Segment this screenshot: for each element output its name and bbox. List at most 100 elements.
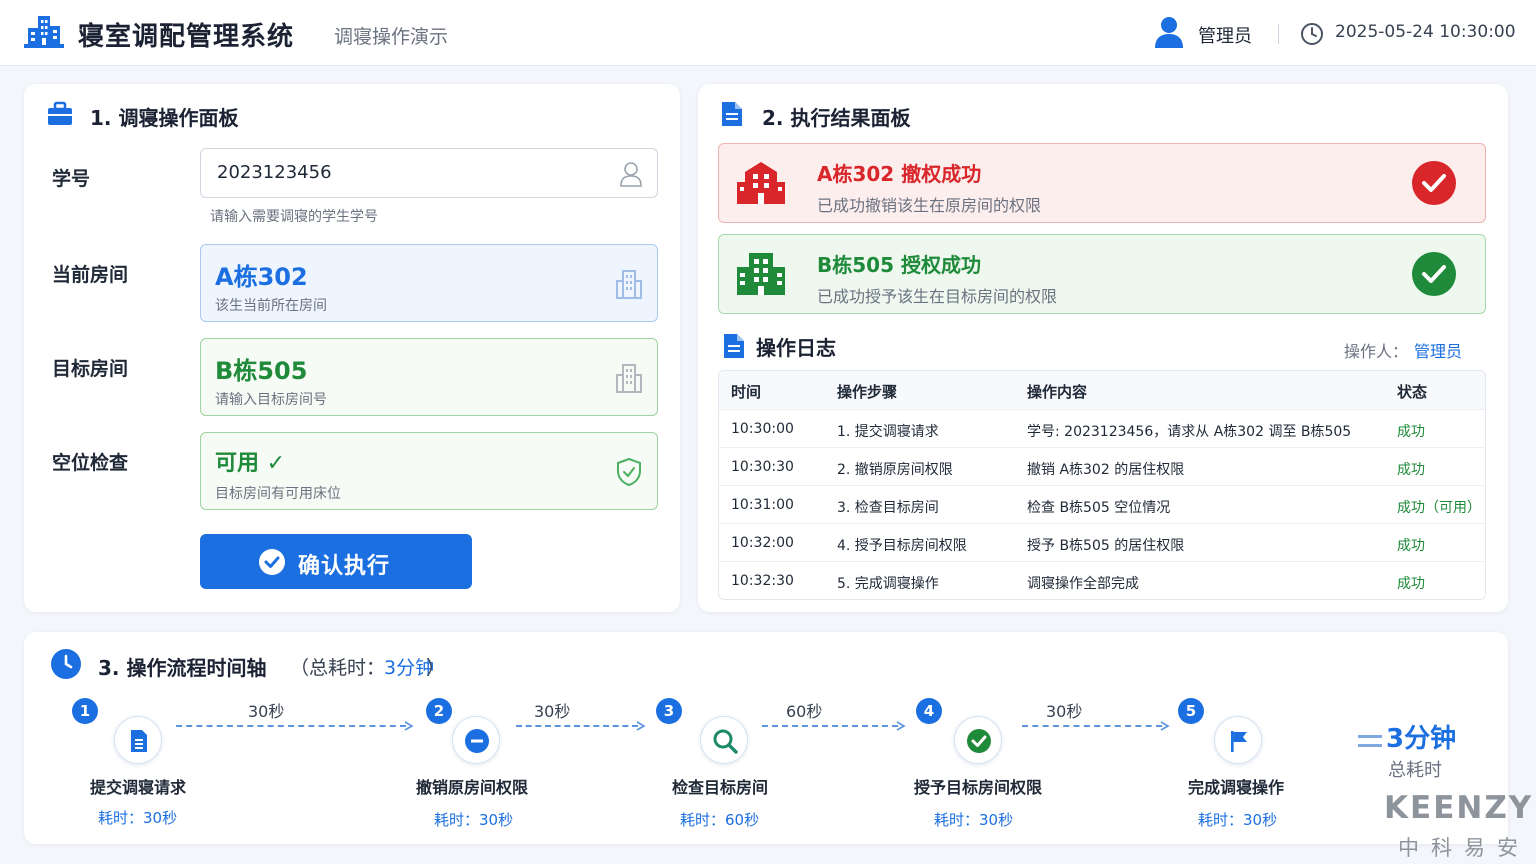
arrow-right-icon xyxy=(896,721,906,731)
log-content: 撤销 A栋302 的居住权限 xyxy=(1027,462,1185,478)
building-icon xyxy=(616,270,642,299)
minus-circle-icon xyxy=(465,729,489,753)
operation-panel: 1. 调寝操作面板 学号 2023123456 请输入需要调寝的学生学号 当前房… xyxy=(24,84,680,612)
current-room-note: 该生当前所在房间 xyxy=(215,298,327,314)
revoke-result-desc: 已成功撤销该生在原房间的权限 xyxy=(817,196,1042,215)
confirm-execute-button[interactable]: 确认执行 xyxy=(200,534,472,589)
timeline-total-close: ） xyxy=(426,657,446,679)
step-icon-circle xyxy=(700,716,748,764)
total-duration-label: 总耗时 xyxy=(1388,760,1442,781)
step-cost: 耗时：60秒 xyxy=(680,811,760,829)
log-step: 4. 授予目标房间权限 xyxy=(837,538,967,554)
building-logo-icon xyxy=(24,16,64,48)
connector-duration: 30秒 xyxy=(1046,702,1083,721)
current-user-name[interactable]: 管理员 xyxy=(1198,22,1252,48)
grant-result-card: B栋505 授权成功 已成功授予该生在目标房间的权限 xyxy=(718,234,1486,314)
step-number: 1 xyxy=(72,698,98,724)
current-datetime: 2025-05-24 10:30:00 xyxy=(1335,22,1516,42)
step-label: 完成调寝操作 xyxy=(1188,778,1285,797)
briefcase-icon xyxy=(48,101,72,125)
log-time: 10:32:30 xyxy=(731,573,794,589)
operator-label: 操作人： xyxy=(1344,342,1409,361)
operation-log-table: 时间 操作步骤 操作内容 状态 10:30:00 1. 提交调寝请求 学号: 2… xyxy=(718,370,1486,600)
student-id-hint: 请输入需要调寝的学生学号 xyxy=(210,209,378,225)
grant-result-title: B栋505 授权成功 xyxy=(817,253,981,277)
log-content: 调寝操作全部完成 xyxy=(1027,576,1139,592)
vacancy-check-box: 可用 ✓ 目标房间有可用床位 xyxy=(200,432,658,510)
log-status: 成功 xyxy=(1397,576,1425,592)
step-number: 3 xyxy=(656,698,682,724)
log-status: 成功 xyxy=(1397,462,1425,478)
connector-line xyxy=(1022,725,1162,727)
step-number: 2 xyxy=(426,698,452,724)
green-building-icon xyxy=(737,253,785,295)
current-room-box: A栋302 该生当前所在房间 xyxy=(200,244,658,322)
person-icon xyxy=(620,162,642,187)
timeline-clock-icon xyxy=(51,649,81,679)
red-check-circle-icon xyxy=(1412,161,1456,205)
table-row: 10:30:30 2. 撤销原房间权限 撤销 A栋302 的居住权限 成功 xyxy=(719,448,1485,486)
shield-check-icon xyxy=(617,457,641,487)
step-number: 5 xyxy=(1178,698,1204,724)
target-room-note: 请输入目标房间号 xyxy=(215,392,327,408)
step-cost: 耗时：30秒 xyxy=(98,809,178,827)
step-label: 检查目标房间 xyxy=(672,778,769,797)
document-icon xyxy=(131,730,147,752)
log-status: 成功（可用） xyxy=(1397,500,1481,516)
timeline-panel: 3. 操作流程时间轴 （总耗时： 3分钟 ） 1 提交调寝请求 耗时：30秒 3… xyxy=(24,632,1508,844)
table-row: 10:32:00 4. 授予目标房间权限 授予 B栋505 的居住权限 成功 xyxy=(719,524,1485,562)
target-room-input[interactable]: B栋505 请输入目标房间号 xyxy=(200,338,658,416)
check-circle-icon xyxy=(967,729,991,753)
clock-icon xyxy=(1301,23,1323,45)
arrow-right-icon xyxy=(1160,721,1170,731)
target-room-value[interactable]: B栋505 xyxy=(215,351,307,386)
column-header: 时间 xyxy=(731,383,762,401)
vacancy-check-value: 可用 ✓ xyxy=(215,451,286,476)
step-cost: 耗时：30秒 xyxy=(934,811,1014,829)
brand-logo: KEENZY xyxy=(1384,790,1534,826)
user-avatar-icon[interactable] xyxy=(1154,16,1184,48)
step-label: 提交调寝请求 xyxy=(90,778,187,797)
building-icon xyxy=(616,364,642,393)
student-id-input[interactable]: 2023123456 xyxy=(200,148,658,198)
table-row: 10:32:30 5. 完成调寝操作 调寝操作全部完成 成功 xyxy=(719,562,1485,599)
arrow-right-icon xyxy=(636,721,646,731)
result-panel: 2. 执行结果面板 A栋302 撤权成功 已成功撤销该生在原房间的权限 B栋50… xyxy=(698,84,1508,612)
connector-line xyxy=(176,725,406,727)
red-building-icon xyxy=(737,162,785,204)
grant-result-desc: 已成功授予该生在目标房间的权限 xyxy=(817,287,1058,306)
step-cost: 耗时：30秒 xyxy=(1198,811,1278,829)
table-header-row: 时间 操作步骤 操作内容 状态 xyxy=(719,371,1485,410)
student-id-value[interactable]: 2023123456 xyxy=(217,162,332,183)
step-label: 授予目标房间权限 xyxy=(914,778,1043,797)
target-room-label: 目标房间 xyxy=(52,358,129,380)
document-icon xyxy=(722,102,742,126)
log-time: 10:32:00 xyxy=(731,535,794,551)
connector-line xyxy=(762,725,898,727)
step-icon-circle xyxy=(954,716,1002,764)
column-header: 操作步骤 xyxy=(837,383,898,401)
green-check-circle-icon xyxy=(1412,252,1456,296)
search-icon xyxy=(713,729,738,754)
step-number: 4 xyxy=(916,698,942,724)
log-title: 操作日志 xyxy=(756,336,836,360)
revoke-result-title: A栋302 撤权成功 xyxy=(817,162,982,186)
student-id-label: 学号 xyxy=(52,168,91,190)
log-step: 3. 检查目标房间 xyxy=(837,500,939,516)
connector-line xyxy=(516,725,638,727)
step-label: 撤销原房间权限 xyxy=(416,778,529,797)
vacancy-check-label: 空位检查 xyxy=(52,452,129,474)
column-header: 状态 xyxy=(1397,383,1428,401)
current-room-value: A栋302 xyxy=(215,263,308,291)
brand-subtitle: 中科易安 xyxy=(1398,836,1530,860)
table-row: 10:30:00 1. 提交调寝请求 学号: 2023123456，请求从 A栋… xyxy=(719,410,1485,448)
step-icon-circle xyxy=(114,716,162,764)
revoke-result-card: A栋302 撤权成功 已成功撤销该生在原房间的权限 xyxy=(718,143,1486,223)
log-step: 5. 完成调寝操作 xyxy=(837,576,939,592)
result-panel-title: 2. 执行结果面板 xyxy=(762,106,911,130)
connector-duration: 60秒 xyxy=(786,702,823,721)
timeline-total-label: （总耗时： xyxy=(290,657,386,679)
log-content: 授予 B栋505 的居住权限 xyxy=(1027,538,1185,554)
log-time: 10:30:30 xyxy=(731,459,794,475)
log-step: 2. 撤销原房间权限 xyxy=(837,462,953,478)
